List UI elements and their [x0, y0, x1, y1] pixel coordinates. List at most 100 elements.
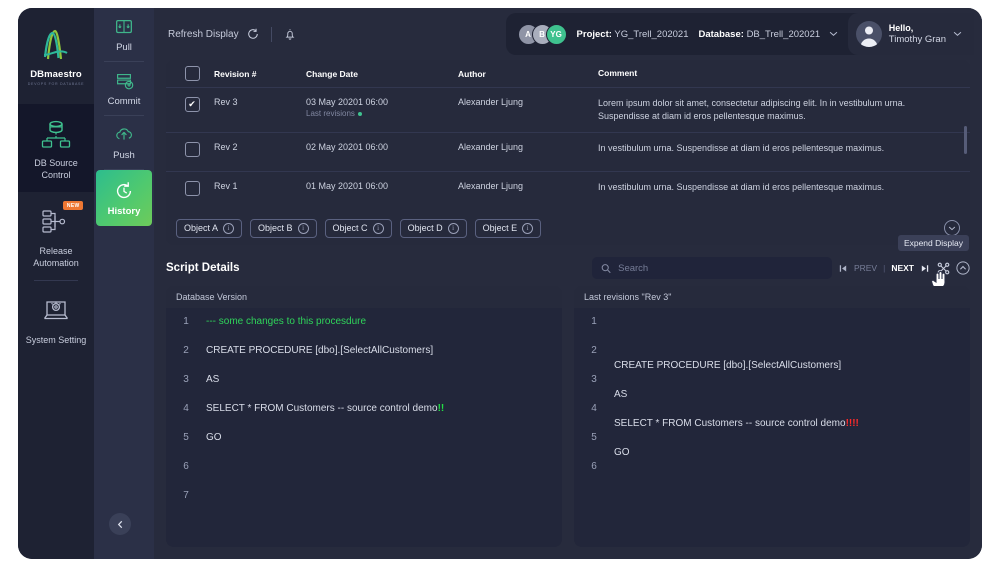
- column-header-author: Author: [458, 68, 486, 79]
- line-number: 6: [183, 461, 189, 472]
- script-details-toolbar: Script Details PREV | NEXT: [166, 235, 970, 290]
- row-checkbox[interactable]: [184, 181, 200, 196]
- line-text: GO: [206, 432, 222, 443]
- bell-icon[interactable]: [284, 28, 296, 41]
- object-chip-c[interactable]: Object C i: [324, 218, 392, 238]
- column-header-change-date: Change Date: [306, 68, 358, 79]
- sidebar-collapse-button[interactable]: [109, 513, 131, 535]
- line-number: 1: [591, 316, 597, 327]
- release-automation-icon: [42, 210, 66, 233]
- expand-display-tooltip: Expend Display: [897, 235, 969, 251]
- refresh-icon[interactable]: [247, 28, 259, 40]
- action-tab-pull[interactable]: Pull: [94, 8, 154, 61]
- database-version-panel: Database Version 1 --- some changes to t…: [166, 286, 562, 547]
- sidebar-item-label: DB Source Control: [34, 158, 78, 180]
- info-icon[interactable]: i: [372, 222, 384, 234]
- table-row[interactable]: Rev 1 01 May 20201 06:00 Alexander Ljung…: [166, 172, 970, 211]
- table-scrollbar[interactable]: [964, 126, 967, 154]
- row-change-date: 02 May 20201 06:00: [306, 142, 389, 152]
- skip-last-icon[interactable]: [920, 264, 929, 273]
- code-line: 4 SELECT * FROM Customers -- source cont…: [166, 403, 562, 432]
- next-button[interactable]: NEXT: [891, 263, 914, 273]
- info-icon[interactable]: i: [297, 222, 309, 234]
- column-header-comment: Comment: [598, 68, 638, 78]
- code-line: 3 AS: [574, 374, 970, 403]
- code-viewer-right[interactable]: 1 2 CREATE PROCEDURE [dbo].[SelectAllCus…: [574, 308, 970, 547]
- chevron-left-icon: [117, 520, 122, 528]
- search-icon: [601, 263, 611, 273]
- action-tab-history[interactable]: History: [96, 170, 152, 226]
- info-icon[interactable]: i: [522, 222, 534, 234]
- info-icon[interactable]: i: [223, 222, 235, 234]
- code-line: 7: [166, 490, 562, 519]
- row-date-value: 03 May 20201 06:00: [306, 97, 389, 107]
- chips-expand-button[interactable]: [944, 220, 960, 236]
- code-line: 6: [166, 461, 562, 490]
- sidebar-item-release-automation[interactable]: NEW Release Automation: [18, 192, 94, 280]
- row-checkbox-cell: [174, 181, 210, 196]
- project-selector[interactable]: Project: YG_Trell_202021: [577, 29, 689, 40]
- action-tab-label: History: [107, 205, 141, 217]
- panel-title: Database Version: [176, 292, 248, 302]
- row-comment: Lorem ipsum dolor sit amet, consectetur …: [598, 98, 906, 121]
- brand-tagline: DevOps for Database: [27, 81, 85, 86]
- line-number: 3: [183, 374, 189, 385]
- status-dot: [357, 111, 362, 116]
- action-tab-push[interactable]: Push: [94, 116, 154, 169]
- search-input[interactable]: [618, 262, 823, 274]
- info-icon[interactable]: i: [447, 222, 459, 234]
- code-scrollbar[interactable]: [555, 316, 558, 346]
- user-menu[interactable]: Hello, Timothy Gran: [847, 13, 974, 55]
- object-chip-d[interactable]: Object D i: [399, 218, 467, 238]
- code-scrollbar[interactable]: [963, 316, 966, 346]
- row-author: Alexander Ljung: [458, 142, 524, 152]
- code-line: 2 CREATE PROCEDURE [dbo].[SelectAllCusto…: [166, 345, 562, 374]
- sidebar-item-label: System Setting: [25, 335, 87, 345]
- chevron-up-circle-icon[interactable]: [956, 261, 970, 275]
- pagination-controls: PREV | NEXT: [839, 261, 970, 275]
- action-tab-commit[interactable]: Commit: [94, 62, 154, 115]
- database-selector[interactable]: Database: DB_Trell_202021: [699, 29, 838, 40]
- chevron-down-circle-icon: [948, 226, 956, 230]
- sidebar-item-system-setting[interactable]: System Setting: [18, 281, 94, 357]
- object-chip-e[interactable]: Object E i: [474, 218, 542, 238]
- refresh-display-label: Refresh Display: [168, 28, 239, 40]
- history-icon: [116, 181, 132, 198]
- prev-button[interactable]: PREV: [854, 263, 877, 273]
- object-chip-a[interactable]: Object A i: [176, 218, 243, 238]
- line-text: AS: [206, 374, 220, 385]
- row-revision: Rev 1: [214, 181, 238, 191]
- system-setting-icon: [43, 301, 69, 320]
- select-all-checkbox[interactable]: [184, 66, 200, 81]
- push-icon: [116, 128, 132, 140]
- row-comment: In vestibulum urna. Suspendisse at diam …: [598, 182, 885, 192]
- database-label: Database:: [698, 28, 744, 40]
- object-chip-label: Object D: [407, 223, 443, 233]
- table-row[interactable]: Rev 3 03 May 20201 06:00 Last revisions …: [166, 88, 970, 133]
- line-number: 7: [183, 490, 189, 501]
- row-checkbox[interactable]: [184, 142, 200, 157]
- brand-logo: DBmaestro DevOps for Database: [18, 8, 94, 104]
- application-window: DBmaestro DevOps for Database DB Source …: [18, 8, 982, 559]
- database-source-control-icon: [41, 120, 71, 148]
- user-name: Timothy Gran: [888, 34, 946, 45]
- object-chip-b[interactable]: Object B i: [250, 218, 317, 238]
- top-bar-right: A B YG Project: YG_Trell_202021 Database…: [505, 13, 974, 55]
- line-number: 2: [183, 345, 189, 356]
- line-suffix-marker: !!!!: [845, 418, 859, 429]
- avatar: YG: [545, 23, 567, 45]
- project-value: YG_Trell_202021: [614, 28, 689, 40]
- code-viewer-left[interactable]: 1 --- some changes to this procesdure 2 …: [166, 308, 562, 547]
- line-text: GO: [614, 447, 630, 458]
- actions-sidebar: Pull Commit Push History: [94, 8, 154, 559]
- object-chips-row: Object A i Object B i Object C i Object …: [166, 211, 970, 245]
- search-box[interactable]: [591, 257, 832, 279]
- code-line: 5 GO: [166, 432, 562, 461]
- sidebar-item-db-source-control[interactable]: DB Source Control: [18, 104, 94, 192]
- top-bar-divider: [270, 26, 272, 42]
- skip-first-icon[interactable]: [839, 264, 848, 273]
- user-name-block: Hello, Timothy Gran: [889, 22, 946, 46]
- table-row[interactable]: Rev 2 02 May 20201 06:00 Alexander Ljung…: [166, 133, 970, 172]
- line-text: AS: [614, 389, 628, 400]
- row-checkbox[interactable]: [184, 97, 200, 112]
